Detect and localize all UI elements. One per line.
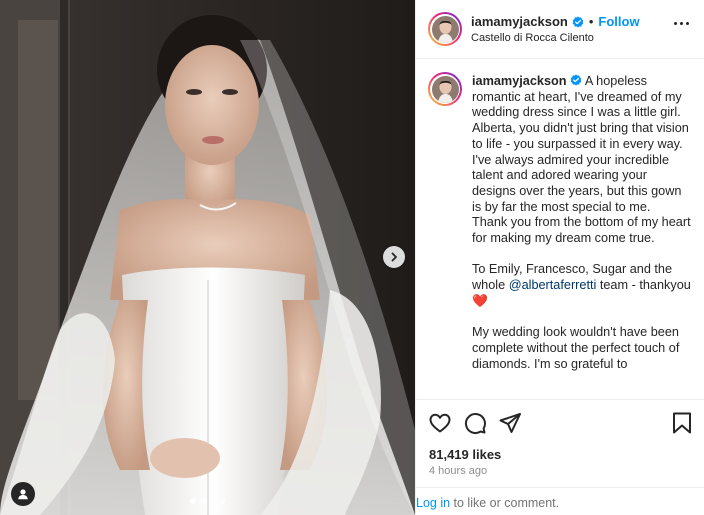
profile-photo: [431, 75, 459, 103]
heart-outline-icon[interactable]: [428, 411, 452, 435]
login-prompt-text: to like or comment.: [450, 496, 560, 510]
paper-plane-icon[interactable]: [498, 411, 522, 435]
username-link[interactable]: iamamyjackson: [471, 14, 568, 29]
carousel-dot: [199, 498, 206, 504]
avatar[interactable]: [428, 72, 462, 106]
post-timestamp[interactable]: 4 hours ago: [429, 465, 487, 477]
bookmark-icon[interactable]: [670, 411, 694, 435]
carousel-dot: [219, 498, 226, 504]
caption-text: iamamyjackson A hopeless romantic at hea…: [472, 74, 694, 372]
caption-paragraph: My wedding look wouldn't have been compl…: [472, 325, 683, 371]
location-link[interactable]: Castello di Rocca Cilento: [471, 32, 594, 44]
post-media[interactable]: [0, 0, 415, 515]
action-bar: [428, 411, 694, 435]
profile-photo: [431, 15, 459, 43]
caption-paragraph: A hopeless romantic at heart, I've dream…: [472, 74, 693, 214]
caption-username[interactable]: iamamyjackson: [472, 74, 567, 88]
login-link[interactable]: Log in: [416, 496, 450, 510]
carousel-indicator: [0, 498, 415, 504]
more-options-icon[interactable]: [674, 22, 689, 25]
follow-button[interactable]: Follow: [598, 14, 639, 29]
caption-mention-after: team - thankyou: [596, 278, 695, 293]
post-header: iamamyjackson • Follow Castello di Rocca…: [416, 0, 704, 59]
carousel-dot: [189, 498, 196, 504]
verified-badge-icon: [572, 16, 584, 27]
caption-paragraph: Thank you from the bottom of my heart fo…: [472, 215, 695, 246]
heart-emoji: ❤️: [472, 293, 488, 308]
caption-area[interactable]: iamamyjackson A hopeless romantic at hea…: [416, 60, 704, 400]
like-count[interactable]: 81,419 likes: [429, 447, 501, 462]
login-prompt: Log in to like or comment.: [416, 487, 704, 515]
separator-dot: •: [588, 14, 594, 29]
header-user-row: iamamyjackson • Follow: [471, 14, 640, 29]
chevron-right-icon: [391, 252, 397, 262]
post-side-panel: iamamyjackson • Follow Castello di Rocca…: [415, 0, 704, 515]
avatar[interactable]: [428, 12, 462, 46]
instagram-post: iamamyjackson • Follow Castello di Rocca…: [0, 0, 704, 515]
next-slide-button[interactable]: [383, 246, 405, 268]
post-photo: [0, 0, 415, 515]
verified-badge-icon: [570, 74, 582, 86]
comment-icon[interactable]: [463, 411, 487, 435]
mention-link[interactable]: @albertaferretti: [509, 278, 597, 292]
carousel-dot: [209, 498, 216, 504]
